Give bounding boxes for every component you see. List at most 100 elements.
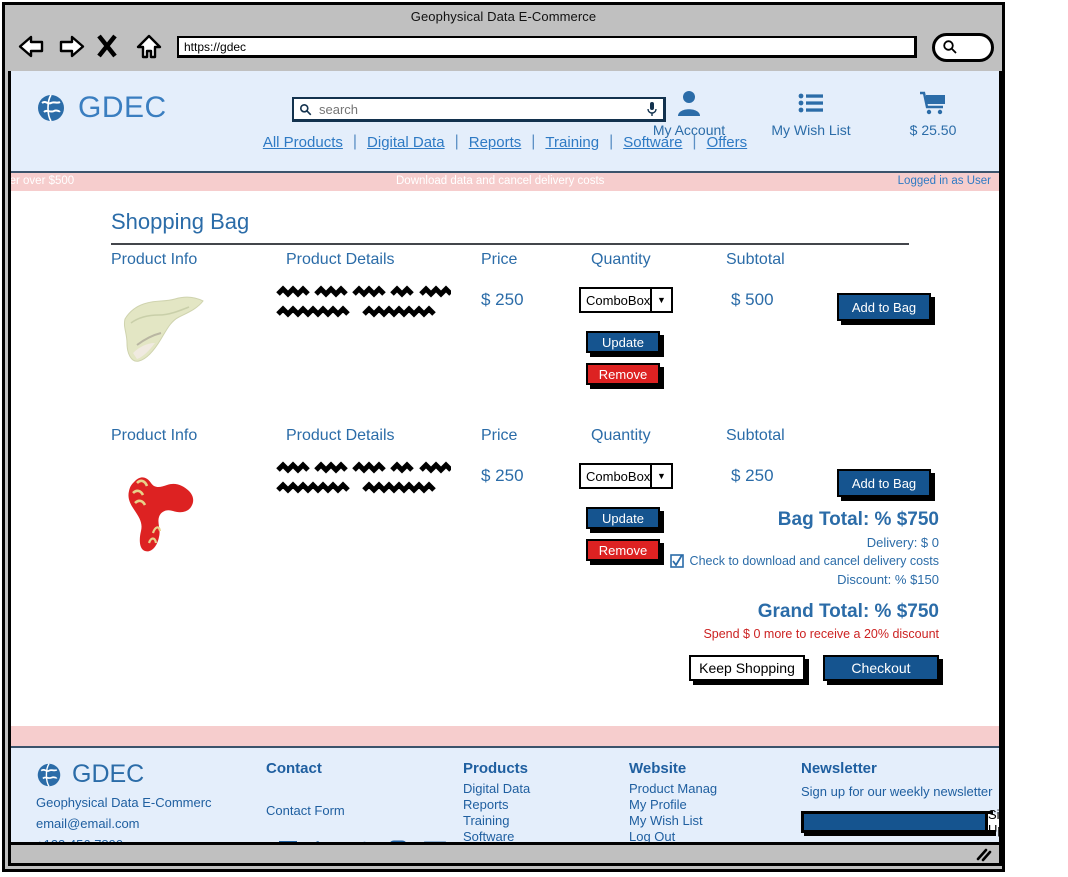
spend-more-note: Spend $ 0 more to receive a 20% discount — [703, 627, 939, 641]
quantity-combobox[interactable]: ComboBox ▼ — [579, 463, 673, 489]
product-thumbnail[interactable] — [113, 459, 223, 559]
footer-website-column: Website Product Manag My Profile My Wish… — [629, 760, 789, 851]
order-totals: Bag Total: % $750 Delivery: $ 0 Check to… — [519, 509, 939, 681]
grand-total: Grand Total: % $750 — [757, 601, 939, 622]
delivery-checkbox-label: Check to download and cancel delivery co… — [689, 554, 939, 568]
back-arrow-icon[interactable] — [17, 32, 47, 62]
newsletter-email-input[interactable] — [804, 813, 985, 830]
contact-form-link[interactable]: Contact Form — [266, 803, 456, 818]
quantity-combobox[interactable]: ComboBox ▼ — [579, 287, 673, 313]
scribble-line — [276, 305, 436, 318]
footer-contact-heading: Contact — [266, 760, 322, 777]
footer-link-training[interactable]: Training — [463, 813, 613, 828]
cart-icon — [920, 91, 945, 115]
site-navigation: All Products | Digital Data | Reports | … — [11, 133, 999, 151]
update-button[interactable]: Update — [586, 331, 660, 353]
promo-middle-text: Download data and cancel delivery costs — [396, 175, 605, 187]
header-actions: My Account My Wish List $ 25.50 — [643, 89, 979, 138]
footer-products-links: Digital Data Reports Training Software O… — [463, 781, 613, 851]
user-icon — [678, 91, 700, 116]
search-icon — [943, 40, 957, 54]
promo-left-text: order over $500 — [11, 175, 75, 187]
footer-products-heading: Products — [463, 760, 529, 777]
quantity-value: ComboBox — [586, 468, 651, 484]
discount-amount: Discount: % $150 — [837, 572, 939, 587]
nav-offers[interactable]: Offers — [697, 134, 758, 151]
footer-company: Geophysical Data E-Commerc — [36, 795, 212, 810]
delivery-checkbox-row[interactable]: Check to download and cancel delivery co… — [519, 554, 939, 568]
footer-link-digital-data[interactable]: Digital Data — [463, 781, 613, 796]
footer-website-links: Product Manag My Profile My Wish List Lo… — [629, 781, 789, 851]
forward-arrow-icon[interactable] — [56, 32, 86, 62]
footer-website-heading: Website — [629, 760, 687, 777]
footer-email[interactable]: email@email.com — [36, 816, 251, 831]
bag-total: Bag Total: % $750 — [777, 509, 939, 530]
nav-software[interactable]: Software — [613, 134, 692, 151]
url-bar[interactable]: https://gdec — [177, 36, 917, 58]
product-thumbnail[interactable] — [113, 283, 223, 383]
chevron-down-icon[interactable]: ▼ — [650, 289, 671, 311]
keep-shopping-button[interactable]: Keep Shopping — [689, 655, 805, 681]
chevron-down-icon[interactable]: ▼ — [650, 465, 671, 487]
nav-reports[interactable]: Reports — [459, 134, 532, 151]
column-header-product-info: Product Info — [111, 427, 198, 444]
footer-link-my-profile[interactable]: My Profile — [629, 797, 789, 812]
scribble-line — [276, 481, 436, 494]
search-bar[interactable] — [292, 97, 666, 122]
quantity-value: ComboBox — [586, 292, 651, 308]
scribble-line — [276, 461, 451, 474]
nav-training[interactable]: Training — [535, 134, 609, 151]
close-x-icon[interactable] — [95, 32, 125, 62]
search-icon — [299, 103, 312, 115]
footer-link-my-wish-list[interactable]: My Wish List — [629, 813, 789, 828]
footer-brand-name: GDEC — [72, 760, 145, 788]
browser-window: Geophysical Data E-Commerce https://gdec — [2, 2, 1005, 872]
nav-digital-data[interactable]: Digital Data — [357, 134, 455, 151]
column-header-price: Price — [481, 427, 518, 444]
browser-search-box[interactable] — [932, 32, 994, 62]
column-header-product-details: Product Details — [286, 427, 395, 444]
remove-button[interactable]: Remove — [586, 363, 660, 385]
my-account-action[interactable]: My Account — [643, 89, 735, 138]
product-details-placeholder — [276, 461, 451, 497]
footer-link-product-manag[interactable]: Product Manag — [629, 781, 789, 796]
footer-brand-column: GDEC Geophysical Data E-Commerc email@em… — [36, 760, 251, 851]
checkout-button[interactable]: Checkout — [823, 655, 939, 681]
home-icon[interactable] — [134, 32, 164, 62]
column-header-price: Price — [481, 251, 518, 268]
main-content: Shopping Bag Product Info Product Detail… — [11, 191, 999, 726]
checkbox-checked-icon[interactable] — [669, 554, 684, 568]
column-header-subtotal: Subtotal — [726, 427, 785, 444]
newsletter-form: Sign Up — [801, 807, 999, 837]
footer-link-reports[interactable]: Reports — [463, 797, 613, 812]
newsletter-signup-button[interactable]: Sign Up — [985, 807, 999, 837]
product-subtotal: $ 250 — [731, 466, 774, 485]
login-status[interactable]: Logged in as User — [898, 175, 991, 187]
page-title: Shopping Bag — [111, 209, 250, 234]
nav-all-products[interactable]: All Products — [253, 134, 353, 151]
newsletter-description: Sign up for our weekly newsletter — [801, 784, 993, 799]
page-viewport: GDEC search My Account My Wish List $ 25… — [8, 71, 1002, 851]
product-subtotal: $ 500 — [731, 290, 774, 309]
brand-name: GDEC — [78, 91, 167, 124]
totals-actions: Keep Shopping Checkout — [519, 655, 939, 681]
search-input[interactable] — [317, 100, 641, 118]
product-price: $ 250 — [481, 466, 524, 485]
globe-icon — [37, 762, 61, 787]
product-details-placeholder — [276, 285, 451, 321]
browser-status-bar — [8, 842, 1002, 866]
footer-stripe — [11, 726, 999, 746]
footer-brand[interactable]: GDEC — [36, 760, 251, 789]
add-to-bag-button[interactable]: Add to Bag — [837, 469, 931, 497]
product-price: $ 250 — [481, 290, 524, 309]
footer-newsletter-column: Newsletter Sign up for our weekly newsle… — [801, 760, 999, 851]
column-header-quantity: Quantity — [591, 427, 651, 444]
site-brand[interactable]: GDEC — [36, 91, 167, 125]
delivery-cost: Delivery: $ 0 — [866, 535, 939, 550]
column-header-product-details: Product Details — [286, 251, 395, 268]
resize-grip-icon[interactable] — [975, 848, 993, 862]
cart-action[interactable]: $ 25.50 — [887, 89, 979, 138]
my-wish-list-action[interactable]: My Wish List — [765, 89, 857, 138]
add-to-bag-button[interactable]: Add to Bag — [837, 293, 931, 321]
globe-icon — [38, 94, 64, 122]
